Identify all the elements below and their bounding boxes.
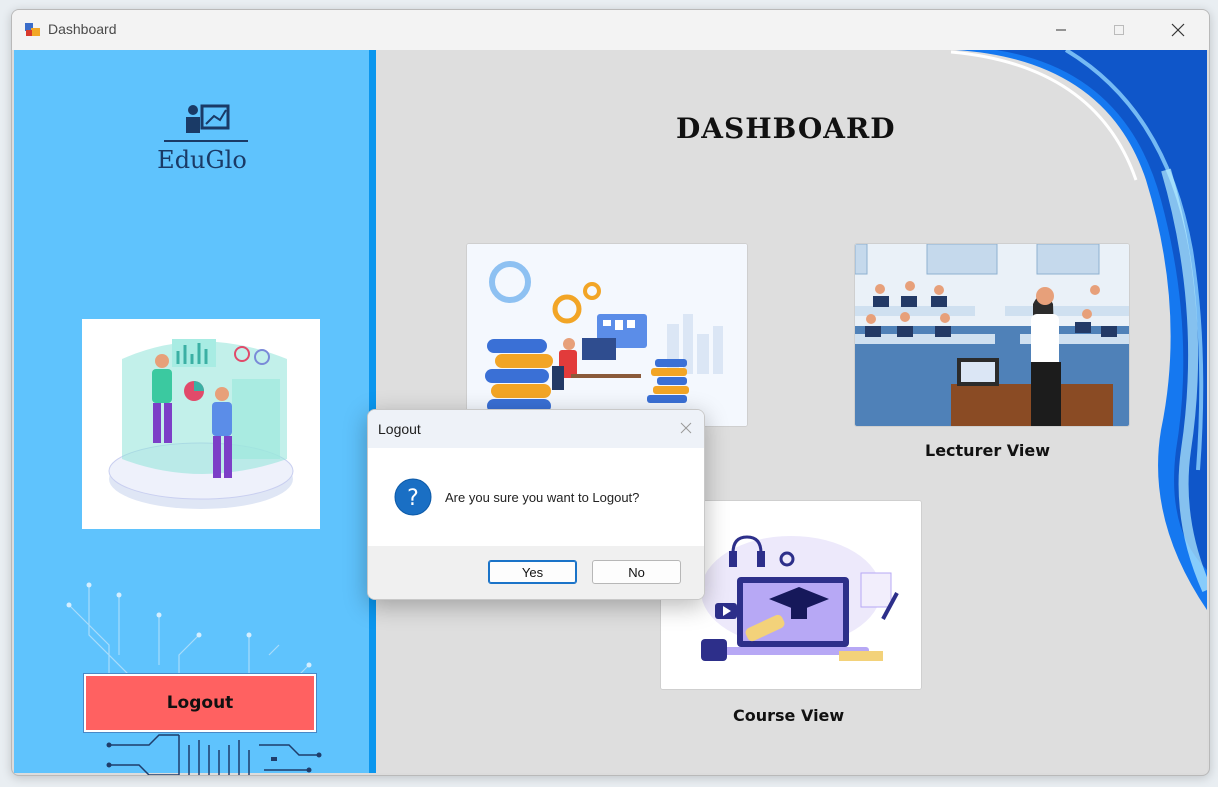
close-button[interactable]	[1149, 10, 1207, 50]
no-button[interactable]: No	[592, 560, 681, 584]
dialog-body: ? Are you sure you want to Logout?	[368, 448, 704, 546]
logo-text: EduGlo	[157, 146, 247, 174]
close-icon	[680, 422, 692, 434]
question-icon: ?	[394, 478, 432, 516]
svg-text:?: ?	[407, 486, 419, 511]
sidebar: EduGlo Logout	[14, 50, 369, 775]
maximize-icon	[1114, 25, 1124, 35]
app-icon	[25, 23, 40, 36]
window-title: Dashboard	[48, 21, 117, 37]
course-view-label: Course View	[733, 706, 845, 725]
maximize-button[interactable]	[1090, 10, 1148, 50]
minimize-button[interactable]	[1032, 10, 1090, 50]
dialog-title: Logout	[378, 421, 421, 437]
lecturer-view-card[interactable]	[854, 243, 1130, 427]
lecturer-view-label: Lecturer View	[925, 441, 1050, 460]
dashboard-title: DASHBOARD	[676, 112, 896, 145]
analytics-illustration	[82, 319, 320, 529]
lecturer-view-image	[855, 244, 1129, 426]
logout-dialog: Logout ? Are you sure you want to Logout…	[367, 409, 705, 600]
minimize-icon	[1056, 29, 1066, 31]
dialog-footer: Yes No	[368, 546, 704, 599]
dashboard-window: Dashboard EduGlo Logout DASHBOARD Lectur…	[11, 9, 1210, 776]
student-view-image	[467, 244, 747, 426]
title-bar: Dashboard	[12, 10, 1209, 50]
dialog-message: Are you sure you want to Logout?	[445, 490, 640, 505]
yes-button[interactable]: Yes	[488, 560, 577, 584]
dialog-title-bar: Logout	[368, 410, 704, 448]
dialog-close-button[interactable]	[676, 418, 696, 438]
logout-button[interactable]: Logout	[84, 674, 316, 732]
student-view-card[interactable]	[466, 243, 748, 427]
close-icon	[1171, 23, 1185, 37]
